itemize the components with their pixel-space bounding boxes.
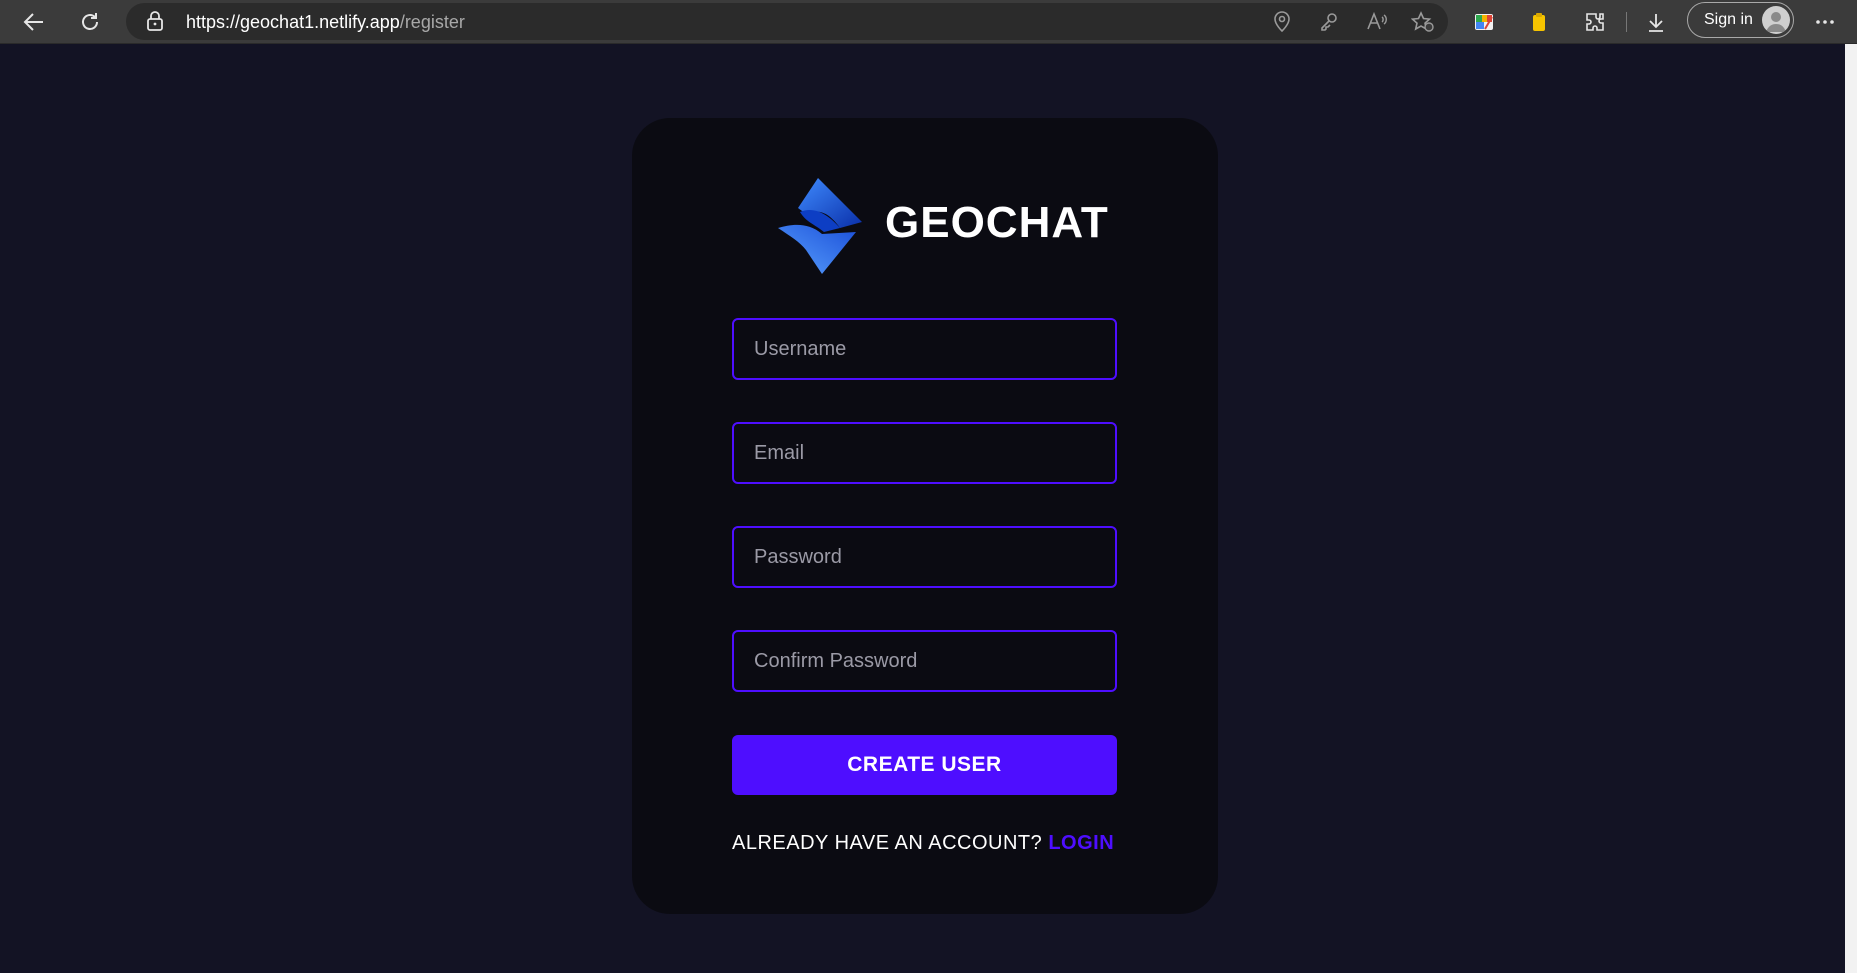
avatar — [1762, 6, 1790, 34]
location-icon[interactable] — [1272, 11, 1292, 38]
browser-toolbar: https://geochat1.netlify.app/register Si… — [0, 0, 1857, 44]
password-field[interactable] — [732, 526, 1117, 588]
create-user-button[interactable]: Create User — [732, 735, 1117, 795]
back-icon[interactable] — [16, 4, 52, 40]
favorites-icon[interactable] — [1410, 11, 1435, 38]
more-icon[interactable] — [1807, 4, 1843, 40]
toolbar-divider — [1626, 12, 1627, 32]
brand-name: geochat — [885, 198, 1109, 247]
sign-in-label: Sign in — [1704, 11, 1753, 28]
read-aloud-icon[interactable] — [1366, 11, 1388, 38]
geochat-logo-icon — [770, 176, 870, 281]
download-icon[interactable] — [1638, 4, 1674, 40]
extension-colorful-icon[interactable] — [1466, 4, 1502, 40]
url-text[interactable]: https://geochat1.netlify.app/register — [186, 12, 465, 33]
key-icon[interactable] — [1319, 11, 1339, 38]
register-card: geochat Create User Already have an acco… — [632, 118, 1218, 914]
brand: geochat — [770, 176, 1108, 276]
url-path: /register — [399, 12, 465, 32]
confirm-password-field[interactable] — [732, 630, 1117, 692]
login-prompt-text: Already have an account? — [732, 832, 1049, 854]
page-scrollbar[interactable] — [1845, 44, 1857, 973]
extensions-icon[interactable] — [1577, 4, 1613, 40]
address-bar[interactable]: https://geochat1.netlify.app/register — [126, 3, 1448, 40]
email-field[interactable] — [732, 422, 1117, 484]
lock-icon[interactable] — [146, 11, 164, 36]
refresh-icon[interactable] — [72, 4, 108, 40]
extension-yellow-icon[interactable] — [1521, 4, 1557, 40]
sign-in-button[interactable]: Sign in — [1687, 2, 1794, 38]
login-prompt: Already have an account? Login — [732, 832, 1117, 855]
url-host: https://geochat1.netlify.app — [186, 12, 400, 32]
login-link[interactable]: Login — [1048, 832, 1114, 854]
username-field[interactable] — [732, 318, 1117, 380]
